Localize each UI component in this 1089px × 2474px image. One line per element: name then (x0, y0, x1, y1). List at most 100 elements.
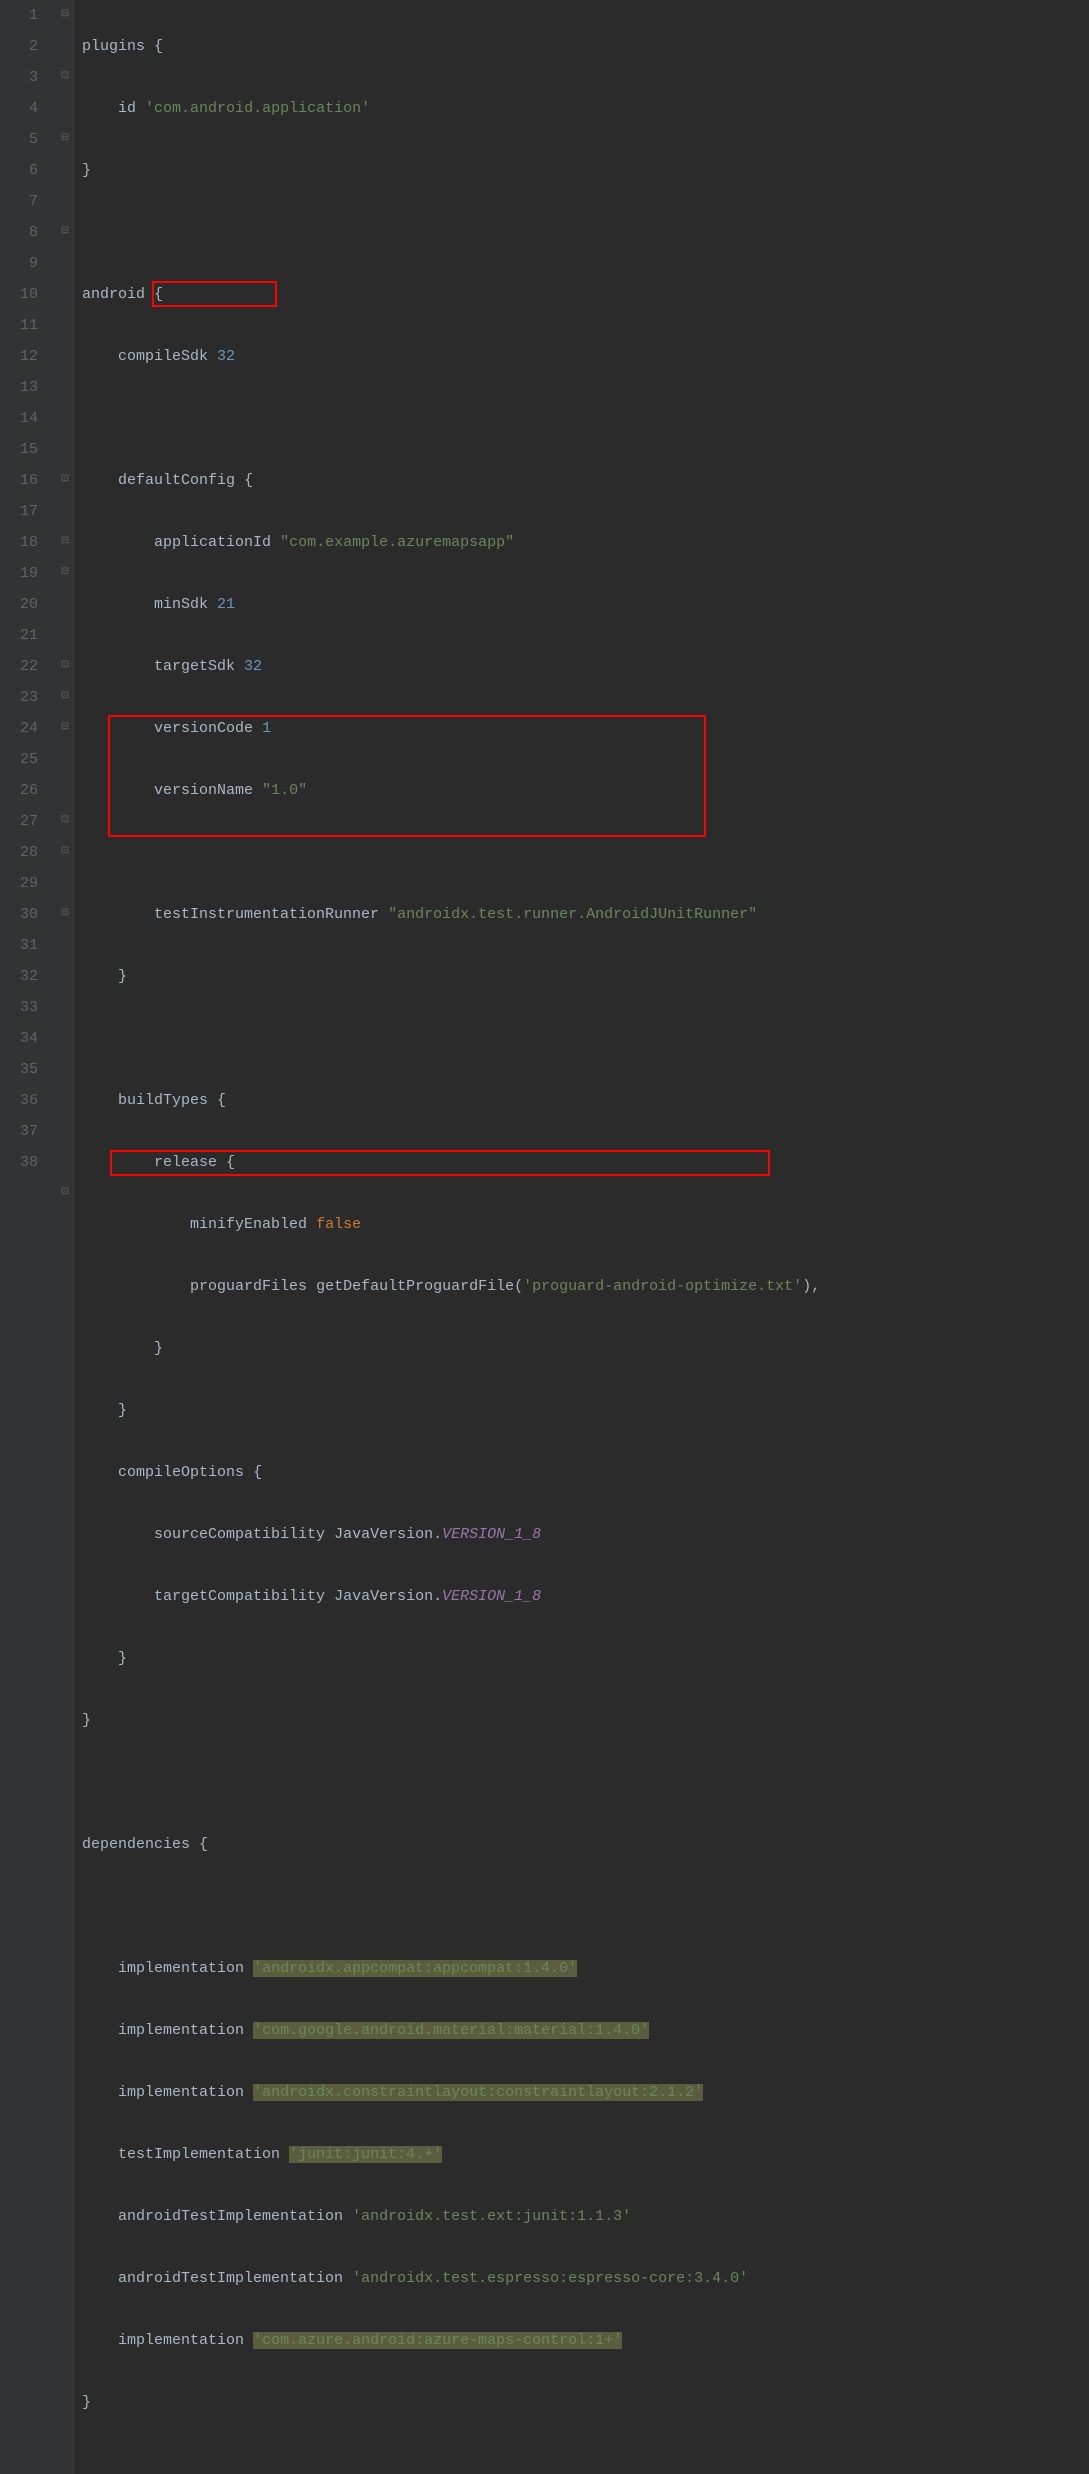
token: 32 (217, 348, 235, 365)
code-line[interactable]: sourceCompatibility JavaVersion.VERSION_… (82, 1519, 1089, 1550)
code-line[interactable]: versionCode 1 (82, 713, 1089, 744)
fold-close-icon[interactable]: ⊡ (59, 71, 71, 83)
token: ), (802, 1278, 820, 1295)
fold-open-icon[interactable]: ⊟ (59, 536, 71, 548)
fold-open-icon[interactable]: ⊟ (59, 722, 71, 734)
code-line[interactable]: } (82, 1643, 1089, 1674)
code-area[interactable]: plugins { id 'com.android.application' }… (74, 0, 1089, 2474)
code-line[interactable]: androidTestImplementation 'androidx.test… (82, 2201, 1089, 2232)
fold-open-icon[interactable]: ⊟ (59, 226, 71, 238)
token: implementation (118, 2332, 244, 2349)
code-line[interactable] (82, 1891, 1089, 1922)
token: { (253, 1464, 262, 1481)
code-line[interactable]: targetCompatibility JavaVersion.VERSION_… (82, 1581, 1089, 1612)
code-line[interactable] (82, 1023, 1089, 1054)
code-line[interactable]: id 'com.android.application' (82, 93, 1089, 124)
token: getDefaultProguardFile (316, 1278, 514, 1295)
code-line[interactable] (82, 1767, 1089, 1798)
token: 21 (217, 596, 235, 613)
token: compileSdk (118, 348, 208, 365)
token: ( (514, 1278, 523, 1295)
token: } (118, 968, 127, 985)
code-line[interactable]: proguardFiles getDefaultProguardFile('pr… (82, 1271, 1089, 1302)
fold-close-icon[interactable]: ⊡ (59, 691, 71, 703)
line-number: 7 (0, 186, 38, 217)
line-number: 28 (0, 837, 38, 868)
code-editor[interactable]: 1 2 3 4 5 6 7 8 9 10 11 12 13 14 15 16 1… (0, 0, 1089, 2474)
code-line[interactable] (82, 217, 1089, 248)
code-line[interactable]: androidTestImplementation 'androidx.test… (82, 2263, 1089, 2294)
code-line[interactable]: } (82, 155, 1089, 186)
line-number: 25 (0, 744, 38, 775)
code-line[interactable]: testImplementation 'junit:junit:4.+' (82, 2139, 1089, 2170)
code-line[interactable]: testInstrumentationRunner "androidx.test… (82, 899, 1089, 930)
token: { (226, 1154, 235, 1171)
token: 'junit:junit:4.+' (289, 2146, 442, 2163)
code-line[interactable]: } (82, 1333, 1089, 1364)
token: targetCompatibility (154, 1588, 325, 1605)
token: implementation (118, 1960, 244, 1977)
code-line[interactable]: minifyEnabled false (82, 1209, 1089, 1240)
code-line[interactable] (82, 403, 1089, 434)
fold-close-icon[interactable]: ⊡ (59, 846, 71, 858)
token: { (244, 472, 253, 489)
code-line[interactable]: implementation 'com.azure.android:azure-… (82, 2325, 1089, 2356)
code-line[interactable]: defaultConfig { (82, 465, 1089, 496)
line-number: 37 (0, 1116, 38, 1147)
token: buildTypes (118, 1092, 208, 1109)
code-line[interactable]: release { (82, 1147, 1089, 1178)
fold-open-icon[interactable]: ⊟ (59, 908, 71, 920)
fold-close-icon[interactable]: ⊡ (59, 815, 71, 827)
line-number: 6 (0, 155, 38, 186)
code-line[interactable]: } (82, 1395, 1089, 1426)
code-line[interactable]: compileOptions { (82, 1457, 1089, 1488)
token: compileOptions (118, 1464, 244, 1481)
token: "com.example.azuremapsapp" (280, 534, 514, 551)
code-line[interactable]: implementation 'androidx.constraintlayou… (82, 2077, 1089, 2108)
token: } (118, 1402, 127, 1419)
code-line[interactable]: } (82, 2387, 1089, 2418)
code-line[interactable] (82, 837, 1089, 868)
code-line[interactable]: buildTypes { (82, 1085, 1089, 1116)
token: } (154, 1340, 163, 1357)
token: 'androidx.constraintlayout:constraintlay… (253, 2084, 703, 2101)
fold-close-icon[interactable]: ⊡ (59, 1187, 71, 1199)
code-line[interactable]: implementation 'androidx.appcompat:appco… (82, 1953, 1089, 1984)
code-line[interactable]: implementation 'com.google.android.mater… (82, 2015, 1089, 2046)
fold-open-icon[interactable]: ⊟ (59, 133, 71, 145)
line-number-gutter: 1 2 3 4 5 6 7 8 9 10 11 12 13 14 15 16 1… (0, 0, 56, 2474)
line-number: 27 (0, 806, 38, 837)
line-number: 10 (0, 279, 38, 310)
fold-open-icon[interactable]: ⊟ (59, 567, 71, 579)
line-number: 35 (0, 1054, 38, 1085)
token: } (118, 1650, 127, 1667)
code-line[interactable]: plugins { (82, 31, 1089, 62)
token: VERSION_1_8 (442, 1526, 541, 1543)
code-line[interactable]: applicationId "com.example.azuremapsapp" (82, 527, 1089, 558)
token: defaultConfig (118, 472, 235, 489)
code-line[interactable]: minSdk 21 (82, 589, 1089, 620)
line-number: 31 (0, 930, 38, 961)
code-line[interactable]: targetSdk 32 (82, 651, 1089, 682)
line-number: 3 (0, 62, 38, 93)
code-line[interactable]: compileSdk 32 (82, 341, 1089, 372)
code-line[interactable]: android { (82, 279, 1089, 310)
fold-open-icon[interactable]: ⊟ (59, 9, 71, 21)
code-line[interactable]: versionName "1.0" (82, 775, 1089, 806)
line-number: 36 (0, 1085, 38, 1116)
fold-close-icon[interactable]: ⊡ (59, 660, 71, 672)
token: . (433, 1526, 442, 1543)
token: 'com.android.application' (145, 100, 370, 117)
fold-close-icon[interactable]: ⊡ (59, 474, 71, 486)
token: } (82, 1712, 91, 1729)
token: { (217, 1092, 226, 1109)
line-number: 15 (0, 434, 38, 465)
token: 'proguard-android-optimize.txt' (523, 1278, 802, 1295)
line-number: 8 (0, 217, 38, 248)
code-line[interactable]: } (82, 1705, 1089, 1736)
code-line[interactable]: dependencies { (82, 1829, 1089, 1860)
token: { (199, 1836, 208, 1853)
line-number: 20 (0, 589, 38, 620)
line-number: 34 (0, 1023, 38, 1054)
code-line[interactable]: } (82, 961, 1089, 992)
